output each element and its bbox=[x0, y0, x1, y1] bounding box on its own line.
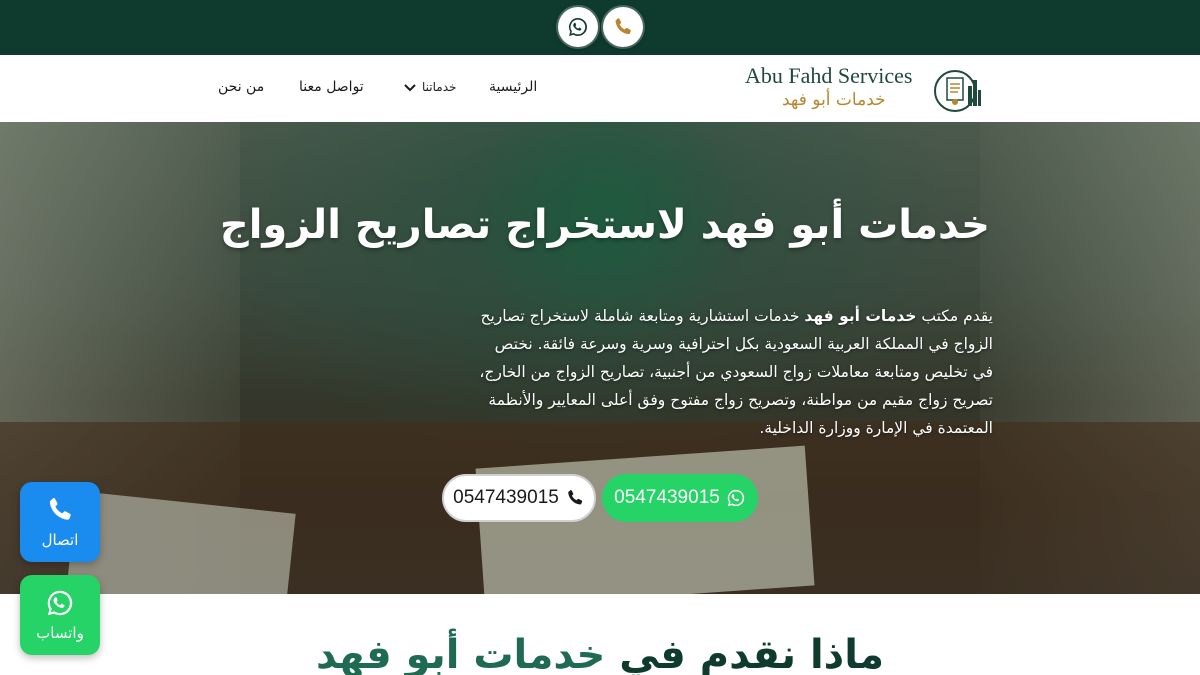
chevron-down-icon[interactable] bbox=[403, 83, 417, 93]
hero-text-body: خدمات استشارية ومتابعة شاملة لاستخراج تص… bbox=[479, 307, 993, 437]
logo-text-arabic: خدمات أبو فهد bbox=[782, 90, 886, 110]
phone-icon bbox=[49, 498, 71, 520]
logo-text-english: Abu Fahd Services bbox=[745, 63, 913, 88]
whatsapp-icon bbox=[568, 18, 587, 36]
phone-icon bbox=[568, 490, 582, 505]
hero-whatsapp-number: 0547439015 bbox=[614, 487, 720, 508]
topbar-phone-button[interactable] bbox=[603, 7, 643, 47]
hero-title: خدمات أبو فهد لاستخراج تصاريح الزواج bbox=[219, 202, 990, 248]
nav-contact[interactable]: تواصل معنا bbox=[299, 79, 364, 95]
nav-services[interactable]: خدماتنا bbox=[422, 80, 456, 94]
logo-emblem-icon bbox=[934, 70, 981, 112]
hero-call-button[interactable]: 0547439015 bbox=[442, 474, 596, 522]
hero-text-brand: خدمات أبو فهد bbox=[804, 307, 917, 325]
section-title-main: ماذا نقدم في bbox=[605, 632, 884, 675]
whatsapp-icon bbox=[47, 590, 73, 616]
nav-about[interactable]: من نحن bbox=[218, 79, 264, 95]
hero-description: يقدم مكتب خدمات أبو فهد خدمات استشارية و… bbox=[475, 302, 993, 442]
floating-call-label: اتصال bbox=[41, 531, 79, 549]
whatsapp-icon bbox=[727, 489, 744, 507]
site-header: الرئيسية خدماتنا تواصل معنا من نحن bbox=[0, 55, 1200, 122]
hero-call-number: 0547439015 bbox=[453, 487, 559, 508]
section-title-accent: خدمات أبو فهد bbox=[316, 632, 606, 675]
phone-icon bbox=[615, 18, 631, 35]
top-bar bbox=[0, 0, 1200, 55]
floating-call-button[interactable]: اتصال bbox=[20, 482, 100, 562]
topbar-whatsapp-button[interactable] bbox=[558, 7, 598, 47]
section-title: ماذا نقدم في خدمات أبو فهد bbox=[0, 632, 1200, 675]
hero-text-prefix: يقدم مكتب bbox=[916, 307, 993, 325]
hero-whatsapp-button[interactable]: 0547439015 bbox=[602, 474, 758, 522]
nav-home[interactable]: الرئيسية bbox=[489, 79, 537, 95]
